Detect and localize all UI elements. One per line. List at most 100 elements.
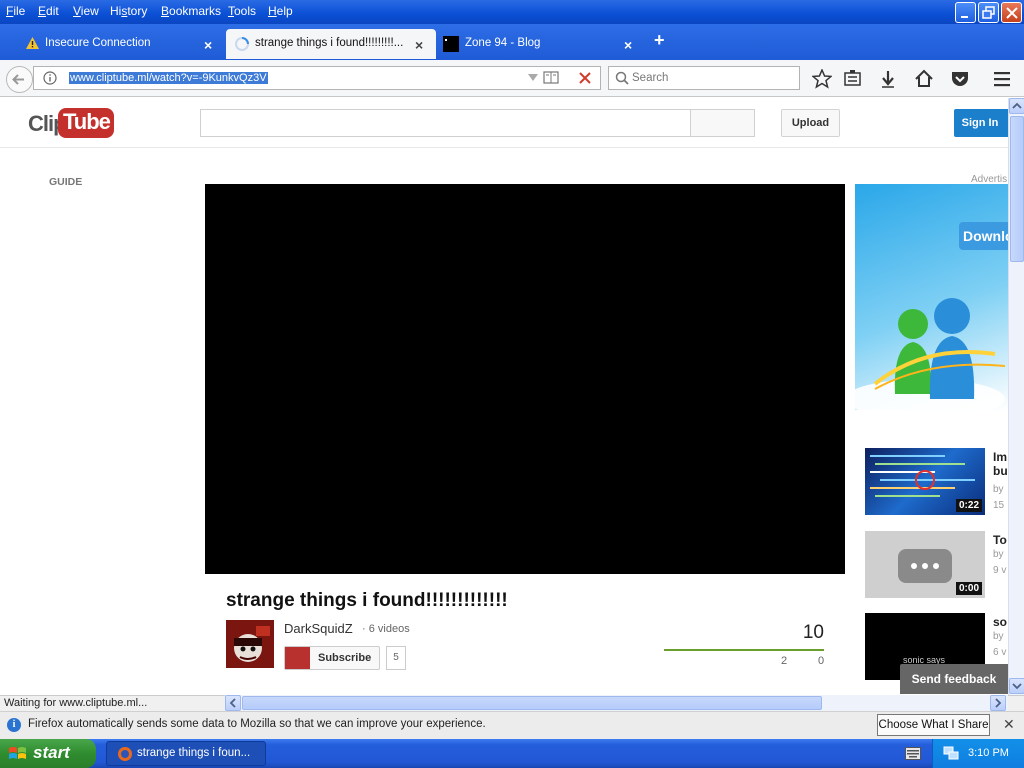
choose-what-i-share-button[interactable]: Choose What I Share xyxy=(877,714,990,736)
tab-strip: Insecure Connection × strange things i f… xyxy=(0,24,1024,60)
notification-bar: i Firefox automatically sends some data … xyxy=(0,711,1024,739)
upload-button[interactable]: Upload xyxy=(781,109,840,137)
hamburger-menu-icon[interactable] xyxy=(992,69,1012,89)
taskbar: start strange things i foun... 3:10 PM xyxy=(0,739,1024,768)
downloads-icon[interactable] xyxy=(878,69,898,89)
system-tray: 3:10 PM xyxy=(932,739,1024,768)
reader-view-icon[interactable] xyxy=(543,71,559,85)
warning-icon xyxy=(26,37,39,49)
menu-file[interactable]: File xyxy=(6,4,25,18)
video-duration: 0:00 xyxy=(955,582,982,595)
ad-download-button[interactable]: Downlo xyxy=(959,222,1008,250)
search-input[interactable]: Search xyxy=(608,66,800,90)
send-feedback-button[interactable]: Send feedback xyxy=(900,664,1008,694)
scroll-down-button[interactable] xyxy=(1009,678,1024,694)
menu-help[interactable]: Help xyxy=(268,4,293,18)
stop-loading-icon[interactable] xyxy=(579,72,591,84)
search-placeholder: Search xyxy=(632,72,669,84)
network-icon[interactable] xyxy=(943,745,959,761)
taskbar-item-label: strange things i foun... xyxy=(137,747,251,759)
related-views: 6 v xyxy=(993,647,1007,658)
dislike-count[interactable]: 0 xyxy=(818,655,824,667)
info-icon xyxy=(43,71,57,85)
search-icon xyxy=(615,71,629,85)
subscribe-button[interactable]: Subscribe xyxy=(284,646,380,670)
tab-close-icon[interactable]: × xyxy=(624,37,632,53)
scroll-right-button[interactable] xyxy=(990,695,1006,711)
channel-avatar[interactable] xyxy=(226,620,274,668)
related-thumbnail[interactable]: 0:22 xyxy=(865,448,985,515)
keyboard-icon[interactable] xyxy=(905,747,921,760)
dropdown-arrow-icon[interactable] xyxy=(528,74,538,82)
related-byline: by xyxy=(993,549,1004,560)
related-title[interactable]: Im xyxy=(993,450,1007,464)
horizontal-scrollbar[interactable] xyxy=(225,695,1008,711)
avatar-image xyxy=(226,620,274,668)
scroll-left-button[interactable] xyxy=(225,695,241,711)
sign-in-button[interactable]: Sign In xyxy=(954,109,1008,137)
restore-icon xyxy=(982,6,995,19)
bookmark-star-icon[interactable] xyxy=(812,69,832,89)
tab-label: Zone 94 - Blog xyxy=(465,37,541,49)
restore-button[interactable] xyxy=(978,2,999,23)
horizontal-scroll-thumb[interactable] xyxy=(242,696,822,710)
new-tab-button[interactable]: + xyxy=(654,30,665,51)
like-bar-fill xyxy=(664,649,824,651)
back-button[interactable] xyxy=(6,66,33,93)
tab-zone-94-blog[interactable]: Zone 94 - Blog × xyxy=(437,29,647,59)
guide-label[interactable]: GUIDE xyxy=(49,176,82,188)
related-video-1[interactable]: 0:22 Im bu by 15 xyxy=(865,448,1008,516)
channel-name-link[interactable]: DarkSquidZ xyxy=(284,621,353,636)
pocket-icon[interactable] xyxy=(950,69,970,89)
taskbar-firefox-window[interactable]: strange things i foun... xyxy=(106,741,266,766)
bookmarks-list-icon[interactable] xyxy=(843,69,863,89)
menu-tools[interactable]: Tools xyxy=(228,4,256,18)
related-views: 9 v xyxy=(993,565,1007,576)
start-button[interactable]: start xyxy=(0,739,96,768)
arrow-left-icon xyxy=(229,698,236,708)
subscribe-label: Subscribe xyxy=(318,652,372,664)
windows-logo-icon xyxy=(9,747,26,759)
menu-edit[interactable]: Edit xyxy=(38,4,59,18)
related-views: 15 xyxy=(993,500,1005,511)
menu-view[interactable]: View xyxy=(73,4,99,18)
related-byline: by xyxy=(993,484,1004,495)
page-content: Clip Tube Upload Sign In GUIDE Advertis … xyxy=(0,98,1008,695)
tab-insecure-connection[interactable]: Insecure Connection × xyxy=(0,29,225,59)
site-search-input[interactable] xyxy=(200,109,691,137)
related-title[interactable]: To xyxy=(993,533,1007,547)
url-bar[interactable]: www.cliptube.ml/watch?v=-9KunkvQz3V xyxy=(33,66,601,90)
tab-label: strange things i found!!!!!!!!!... xyxy=(255,37,404,49)
menu-history[interactable]: History xyxy=(110,4,147,18)
related-video-2[interactable]: 0:00 To by 9 v xyxy=(865,531,1008,599)
vertical-scroll-thumb[interactable] xyxy=(1010,116,1024,262)
subscribe-icon xyxy=(285,647,310,669)
logo-tube-text: Tube xyxy=(58,108,114,138)
menu-bookmarks[interactable]: Bookmarks xyxy=(161,4,221,18)
url-text[interactable]: www.cliptube.ml/watch?v=-9KunkvQz3V xyxy=(69,72,268,84)
close-icon[interactable]: ✕ xyxy=(1003,716,1015,733)
like-count[interactable]: 2 xyxy=(781,655,787,667)
related-thumbnail[interactable]: 0:00 xyxy=(865,531,985,598)
advertisement-banner[interactable]: Downlo xyxy=(855,184,1008,410)
start-label: start xyxy=(33,743,70,762)
video-player[interactable] xyxy=(205,184,845,574)
minimize-button[interactable] xyxy=(955,2,976,23)
navigation-bar: www.cliptube.ml/watch?v=-9KunkvQz3V Sear… xyxy=(0,60,1024,97)
video-duration: 0:22 xyxy=(955,499,982,512)
vertical-scrollbar[interactable] xyxy=(1008,98,1024,695)
tab-close-icon[interactable]: × xyxy=(415,37,423,53)
related-title[interactable]: so xyxy=(993,615,1007,629)
home-icon[interactable] xyxy=(914,69,934,89)
close-window-button[interactable] xyxy=(1001,2,1022,23)
messenger-buddies-image xyxy=(855,298,1006,410)
tab-close-icon[interactable]: × xyxy=(204,37,212,53)
scroll-up-button[interactable] xyxy=(1009,98,1024,114)
related-title-line-2[interactable]: bu xyxy=(993,464,1008,478)
loading-spinner-icon xyxy=(235,37,249,51)
subscriber-count: 5 xyxy=(386,646,406,670)
related-byline: by xyxy=(993,631,1004,642)
tab-strange-things[interactable]: strange things i found!!!!!!!!!... × xyxy=(226,29,436,59)
site-search-button[interactable] xyxy=(690,109,755,137)
view-count: 10 xyxy=(802,622,824,643)
